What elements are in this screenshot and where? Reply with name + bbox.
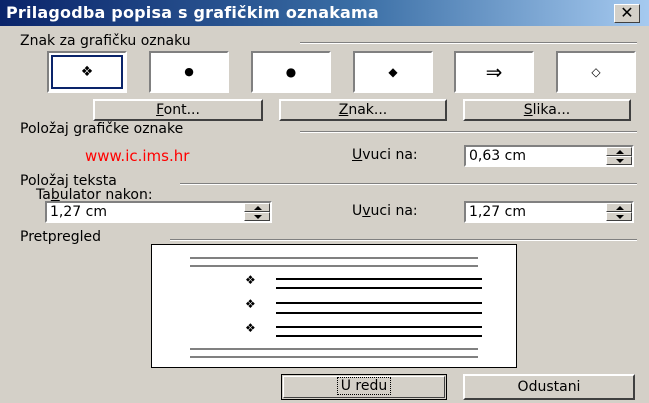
spin-down-button[interactable] xyxy=(606,212,632,221)
preview-pane: ❖ ❖ ❖ xyxy=(151,244,517,368)
diamond-icon: ◆ xyxy=(388,65,398,79)
small-dot-icon: ● xyxy=(184,65,194,78)
preview-group-label: Pretpregled xyxy=(20,229,101,245)
preview-line xyxy=(276,326,482,328)
dot-icon: ● xyxy=(285,65,297,79)
spin-down-button[interactable] xyxy=(606,156,632,165)
arrow-up-icon xyxy=(254,206,262,210)
preview-line xyxy=(276,312,482,314)
window-title: Prilagodba popisa s grafičkim oznakama xyxy=(6,3,379,22)
bullet-option-6[interactable]: ◇ xyxy=(556,51,636,93)
bullet-position-group-label: Položaj grafičke oznake xyxy=(20,121,184,137)
tab-after-value[interactable]: 1,27 cm xyxy=(50,204,107,220)
preview-line xyxy=(190,356,478,358)
bullet-option-4[interactable]: ◆ xyxy=(353,51,433,93)
preview-line xyxy=(276,302,482,304)
ok-button[interactable]: U redu xyxy=(281,374,447,400)
arrow-down-icon xyxy=(616,159,624,163)
preview-line xyxy=(190,265,478,267)
text-indent-value[interactable]: 1,27 cm xyxy=(469,204,526,220)
preview-line xyxy=(276,335,482,337)
group-divider xyxy=(300,42,637,44)
bullet-indent-label: Uvuci na: xyxy=(352,147,418,163)
text-indent-label: Uvuci na: xyxy=(352,203,418,219)
close-button[interactable]: ✕ xyxy=(614,4,640,23)
spin-up-button[interactable] xyxy=(606,147,632,156)
cancel-button[interactable]: Odustani xyxy=(463,374,635,400)
arrow-right-icon: ⇒ xyxy=(485,60,503,84)
arrow-up-icon xyxy=(616,206,624,210)
arrow-up-icon xyxy=(616,150,624,154)
group-divider xyxy=(300,131,637,133)
outline-diamond-icon: ◇ xyxy=(591,65,601,79)
bullet-option-3[interactable]: ● xyxy=(251,51,331,93)
picture-button[interactable]: Slika... xyxy=(463,99,631,121)
spin-up-button[interactable] xyxy=(244,203,270,212)
preview-line xyxy=(276,287,482,289)
arrow-down-icon xyxy=(254,215,262,219)
preview-bullet-icon: ❖ xyxy=(245,297,256,311)
spin-down-button[interactable] xyxy=(244,212,270,221)
close-icon: ✕ xyxy=(620,3,634,22)
preview-line xyxy=(190,257,478,259)
bullet-indent-spinner[interactable]: 0,63 cm xyxy=(464,145,634,167)
spin-up-button[interactable] xyxy=(606,203,632,212)
text-indent-spinner[interactable]: 1,27 cm xyxy=(464,201,634,223)
four-diamond-icon: ❖ xyxy=(80,64,94,80)
group-divider xyxy=(170,239,637,241)
bullet-option-2[interactable]: ● xyxy=(149,51,229,93)
preview-line xyxy=(190,348,478,350)
bullet-option-5[interactable]: ⇒ xyxy=(454,51,534,93)
group-divider xyxy=(180,183,637,185)
char-button[interactable]: Znak... xyxy=(279,99,447,121)
bullet-option-1[interactable]: ❖ xyxy=(47,51,127,93)
font-button[interactable]: Font... xyxy=(93,99,263,121)
watermark-text: www.ic.ims.hr xyxy=(85,147,190,165)
preview-bullet-icon: ❖ xyxy=(245,273,256,287)
preview-drawing xyxy=(190,257,482,358)
bullet-char-group-label: Znak za grafičku oznaku xyxy=(20,33,191,49)
arrow-down-icon xyxy=(616,215,624,219)
preview-bullet-icon: ❖ xyxy=(245,321,256,335)
preview-line xyxy=(276,278,482,280)
tab-after-spinner[interactable]: 1,27 cm xyxy=(45,201,272,223)
bullet-indent-value[interactable]: 0,63 cm xyxy=(469,148,526,164)
